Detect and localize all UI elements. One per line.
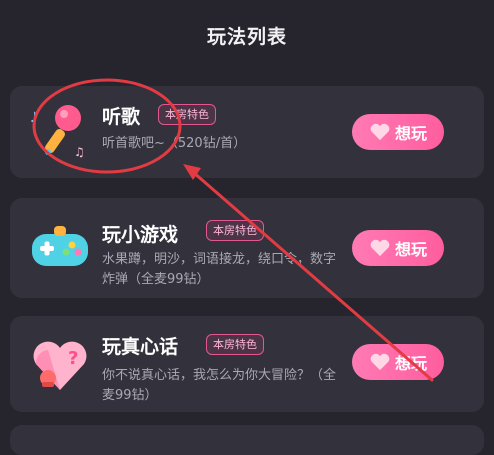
play-item-mini-game[interactable]: 玩小游戏 本房特色 水果蹲，明沙，词语接龙，绕口令，数字炸弹（全麦99钻） 想玩 [10,198,484,298]
microphone-icon: ♪ ♫ [30,105,85,159]
want-play-button[interactable]: 想玩 [352,230,444,266]
item-name: 听歌 [102,106,141,128]
play-item-listen-song[interactable]: ♪ ♫ 听歌 本房特色 听首歌吧~（520钻/首） 想玩 [10,86,484,178]
play-item-truth[interactable]: ? 玩真心话 本房特色 你不说真心话，我怎么为你大冒险？（全麦99钻） 想玩 [10,316,484,412]
item-name: 玩真心话 [102,336,179,358]
heart-question-icon: ? [33,341,87,390]
feature-badge: 本房特色 [206,334,264,355]
want-play-label: 想玩 [394,354,427,373]
item-description: 你不说真心话，我怎么为你大冒险？（全麦99钻） [102,368,337,403]
want-play-button[interactable]: 想玩 [352,344,444,380]
item-description: 听首歌吧~（520钻/首） [102,136,247,151]
heart-icon [370,239,390,257]
page-title: 玩法列表 [206,26,287,48]
svg-text:♪: ♪ [30,110,39,126]
play-item-partial [10,425,484,455]
svg-text:♫: ♫ [74,145,85,159]
gamepad-icon [32,226,88,266]
heart-icon [370,123,390,141]
want-play-button[interactable]: 想玩 [352,114,444,150]
feature-badge: 本房特色 [206,220,264,241]
svg-text:?: ? [68,348,78,369]
item-description: 水果蹲，明沙，词语接龙，绕口令，数字炸弹（全麦99钻） [102,252,337,287]
feature-badge: 本房特色 [158,104,216,125]
want-play-label: 想玩 [394,124,427,143]
item-name: 玩小游戏 [102,224,179,246]
heart-icon [370,353,390,371]
want-play-label: 想玩 [394,240,427,259]
